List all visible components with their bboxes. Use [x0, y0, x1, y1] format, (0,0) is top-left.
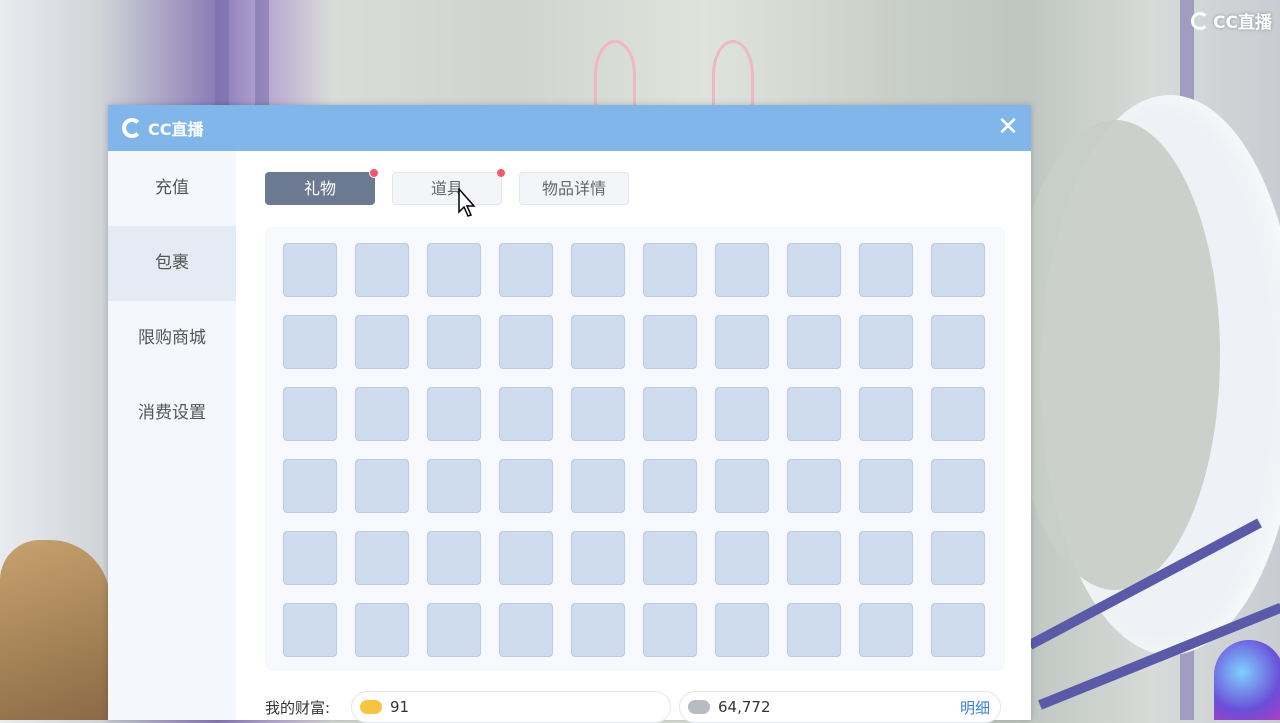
- inventory-slot[interactable]: [499, 243, 553, 297]
- bunny-ear-left: [594, 40, 636, 109]
- inventory-slot[interactable]: [787, 243, 841, 297]
- gold-amount: 91: [390, 698, 410, 716]
- inventory-slot[interactable]: [427, 387, 481, 441]
- inventory-slot[interactable]: [355, 387, 409, 441]
- inventory-slot[interactable]: [859, 531, 913, 585]
- inventory-grid: [283, 243, 985, 657]
- wealth-label: 我的财富:: [265, 698, 331, 717]
- inventory-slot[interactable]: [931, 243, 985, 297]
- inventory-slot[interactable]: [859, 387, 913, 441]
- inventory-slot[interactable]: [499, 459, 553, 513]
- inventory-slot[interactable]: [859, 243, 913, 297]
- cc-logo-icon: [1191, 11, 1210, 30]
- inventory-slot[interactable]: [499, 603, 553, 657]
- inventory-slot[interactable]: [283, 315, 337, 369]
- inventory-slot[interactable]: [787, 459, 841, 513]
- watermark-label: CC直播: [1213, 13, 1272, 33]
- inventory-slot[interactable]: [571, 531, 625, 585]
- inventory-slot[interactable]: [715, 531, 769, 585]
- inventory-slot[interactable]: [715, 603, 769, 657]
- inventory-slot[interactable]: [355, 603, 409, 657]
- detail-link[interactable]: 明细: [960, 697, 990, 718]
- tab-label: 礼物: [303, 179, 336, 198]
- silver-balance-field: 64,772 明细: [679, 691, 1001, 723]
- inventory-slot[interactable]: [427, 459, 481, 513]
- moon-decoration-shadow: [1010, 120, 1220, 590]
- inventory-slot[interactable]: [571, 315, 625, 369]
- inventory-slot[interactable]: [787, 531, 841, 585]
- dialog-titlebar[interactable]: CC直播 ✕: [108, 105, 1031, 151]
- inventory-slot[interactable]: [283, 459, 337, 513]
- sidebar-item-spending-settings[interactable]: 消费设置: [108, 376, 236, 451]
- inventory-slot[interactable]: [643, 243, 697, 297]
- inventory-slot[interactable]: [787, 603, 841, 657]
- inventory-slot[interactable]: [283, 243, 337, 297]
- wallet-dialog: CC直播 ✕ 充值 包裹 限购商城 消费设置 礼物 道具 物品详情 我的财富: …: [108, 105, 1031, 723]
- inventory-slot[interactable]: [787, 387, 841, 441]
- inventory-slot[interactable]: [859, 315, 913, 369]
- inventory-slot[interactable]: [931, 315, 985, 369]
- gold-coin-icon: [360, 700, 382, 714]
- inventory-slot[interactable]: [427, 531, 481, 585]
- inventory-slot[interactable]: [715, 243, 769, 297]
- inventory-slot[interactable]: [283, 603, 337, 657]
- inventory-slot[interactable]: [643, 459, 697, 513]
- close-icon[interactable]: ✕: [995, 114, 1021, 140]
- inventory-slot[interactable]: [643, 315, 697, 369]
- inventory-slot[interactable]: [571, 459, 625, 513]
- activity-floating-icon[interactable]: [1214, 640, 1280, 720]
- silver-coin-icon: [688, 700, 710, 714]
- tab-item-details[interactable]: 物品详情: [519, 172, 629, 205]
- mouse-cursor-icon: [458, 188, 476, 217]
- sidebar-item-recharge[interactable]: 充值: [108, 151, 236, 226]
- inventory-slot[interactable]: [931, 603, 985, 657]
- cc-logo-icon: [122, 118, 142, 138]
- inventory-slot[interactable]: [499, 387, 553, 441]
- inventory-slot[interactable]: [499, 531, 553, 585]
- sidebar-item-limited-shop[interactable]: 限购商城: [108, 301, 236, 376]
- inventory-slot[interactable]: [355, 459, 409, 513]
- inventory-slot[interactable]: [427, 603, 481, 657]
- inventory-slot[interactable]: [787, 315, 841, 369]
- inventory-slot[interactable]: [931, 531, 985, 585]
- tab-gifts[interactable]: 礼物: [265, 168, 379, 205]
- tab-label: 物品详情: [541, 179, 606, 198]
- inventory-slot[interactable]: [283, 531, 337, 585]
- inventory-slot[interactable]: [715, 387, 769, 441]
- inventory-slot[interactable]: [859, 459, 913, 513]
- inventory-slot[interactable]: [499, 315, 553, 369]
- dialog-title: CC直播: [148, 120, 204, 139]
- inventory-slot[interactable]: [931, 459, 985, 513]
- plush-toy: [0, 540, 110, 720]
- wealth-bar: 我的财富: 91 64,772 明细: [265, 691, 1001, 723]
- inventory-slot[interactable]: [571, 603, 625, 657]
- new-badge-dot: [369, 168, 379, 178]
- tab-props[interactable]: 道具: [392, 168, 506, 205]
- inventory-slot[interactable]: [571, 387, 625, 441]
- inventory-slot[interactable]: [643, 387, 697, 441]
- inventory-slot[interactable]: [355, 243, 409, 297]
- inventory-slot[interactable]: [931, 387, 985, 441]
- bunny-ear-right: [712, 40, 754, 109]
- dialog-sidebar: 充值 包裹 限购商城 消费设置: [108, 151, 236, 720]
- package-tabs: 礼物 道具 物品详情: [265, 168, 629, 205]
- inventory-slot[interactable]: [427, 315, 481, 369]
- sidebar-item-package[interactable]: 包裹: [108, 226, 236, 301]
- inventory-slot[interactable]: [859, 603, 913, 657]
- inventory-panel: [265, 227, 1005, 671]
- inventory-slot[interactable]: [715, 315, 769, 369]
- inventory-slot[interactable]: [355, 531, 409, 585]
- inventory-slot[interactable]: [643, 603, 697, 657]
- inventory-slot[interactable]: [643, 531, 697, 585]
- inventory-slot[interactable]: [283, 387, 337, 441]
- cc-live-watermark: CC直播: [1191, 8, 1272, 33]
- gold-balance-field: 91: [351, 691, 671, 723]
- silver-amount: 64,772: [718, 698, 771, 716]
- new-badge-dot: [496, 168, 506, 178]
- inventory-slot[interactable]: [571, 243, 625, 297]
- inventory-slot[interactable]: [427, 243, 481, 297]
- inventory-slot[interactable]: [355, 315, 409, 369]
- inventory-slot[interactable]: [715, 459, 769, 513]
